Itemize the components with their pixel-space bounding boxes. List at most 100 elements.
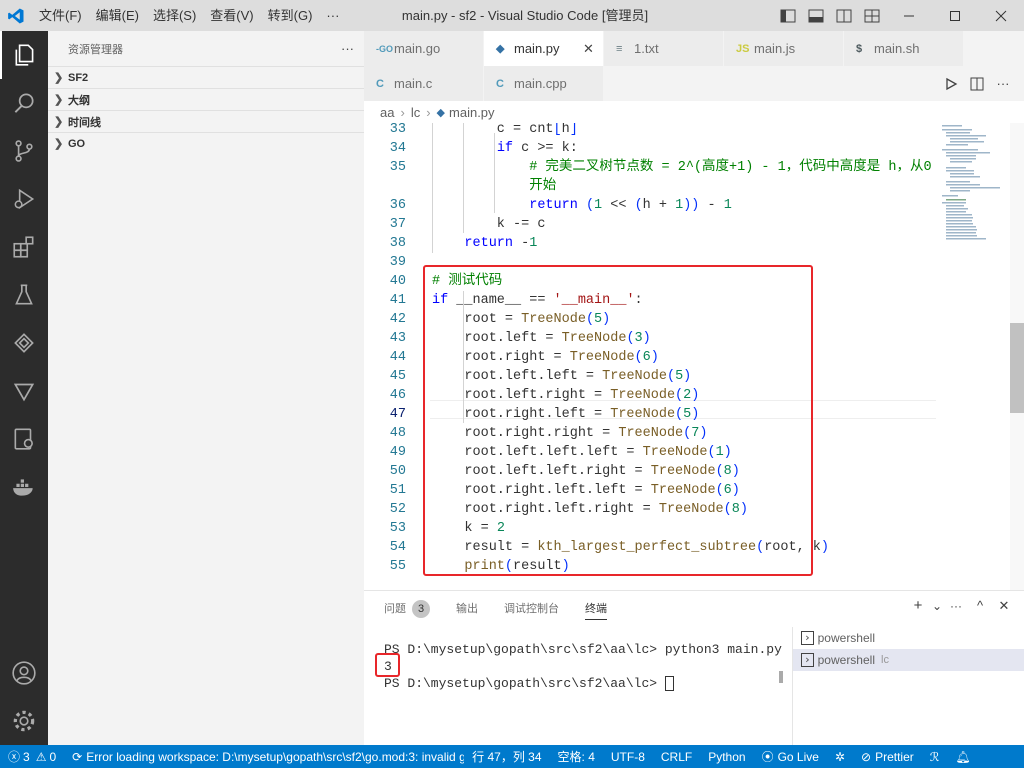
tab-output[interactable]: 输出 <box>456 591 478 627</box>
breadcrumb-folder-lc[interactable]: lc <box>411 105 420 120</box>
remote-icon[interactable]: ✲ <box>827 745 853 768</box>
search-icon[interactable] <box>0 79 48 127</box>
split-editor-icon[interactable] <box>964 77 990 91</box>
tab-main-cpp[interactable]: Cmain.cpp <box>484 66 604 101</box>
tab-main-c[interactable]: Cmain.c <box>364 66 484 101</box>
line-number: 46 <box>389 388 406 403</box>
minimap[interactable] <box>936 123 1010 590</box>
prettier-status[interactable]: ⊘ Prettier <box>853 745 922 768</box>
minimize-icon[interactable] <box>886 0 932 31</box>
menu-file[interactable]: 文件(F) <box>32 0 89 31</box>
section-go[interactable]: ❯ GO <box>48 132 364 154</box>
menu-go[interactable]: 转到(G) <box>261 0 320 31</box>
line-number: 55 <box>389 559 406 574</box>
settings-gear-icon[interactable] <box>0 697 48 745</box>
terminal-name: powershell <box>817 631 875 645</box>
section-label: SF2 <box>68 71 89 84</box>
new-terminal-plus-icon[interactable]: + <box>906 597 930 614</box>
indent-guide <box>432 123 433 253</box>
section-sf2[interactable]: ❯ SF2 <box>48 66 364 88</box>
gitlens-icon[interactable] <box>0 367 48 415</box>
code-text: if c >= k: <box>496 141 578 156</box>
tab-1-txt[interactable]: ≡ 1.txt <box>604 31 724 66</box>
close-window-icon[interactable] <box>978 0 1024 31</box>
toggle-secondary-sidebar-icon[interactable] <box>830 0 858 31</box>
run-debug-icon[interactable] <box>0 175 48 223</box>
chevron-right-icon: ❯ <box>54 94 64 106</box>
sidebar-title: 资源管理器 <box>68 43 123 56</box>
remote-containers-icon[interactable] <box>0 415 48 463</box>
line-number: 49 <box>389 445 406 460</box>
tab-terminal[interactable]: 终端 <box>585 598 607 620</box>
tab-label: main.go <box>394 41 441 56</box>
notifications-bell-icon[interactable]: 🔔︎ <box>947 745 978 768</box>
terminal-item-powershell-2[interactable]: › powershell lc <box>793 649 1024 671</box>
window-title: main.py - sf2 - Visual Studio Code [管理员] <box>401 8 649 23</box>
account-icon[interactable] <box>0 649 48 697</box>
tab-main-js[interactable]: JS main.js <box>724 31 844 66</box>
line-number: 37 <box>389 217 406 232</box>
menu-view[interactable]: 查看(V) <box>203 0 260 31</box>
explorer-icon[interactable] <box>0 31 48 79</box>
tab-main-go[interactable]: -GO main.go <box>364 31 484 66</box>
go-live-label: Go Live <box>777 749 819 764</box>
prettier-check-icon: ⊘ <box>861 749 872 764</box>
indentation[interactable]: 空格: 4 <box>550 745 603 768</box>
chevron-right-icon: ❯ <box>54 72 64 84</box>
menu-edit[interactable]: 编辑(E) <box>89 0 146 31</box>
cursor-position[interactable]: 行 47，列 34 <box>464 745 549 768</box>
terminal-icon: › <box>801 653 814 667</box>
close-tab-icon[interactable]: ✕ <box>583 41 603 57</box>
section-timeline[interactable]: ❯ 时间线 <box>48 110 364 132</box>
more-actions-icon[interactable]: ··· <box>944 599 968 613</box>
encoding[interactable]: UTF-8 <box>603 745 653 768</box>
tab-main-sh[interactable]: $ main.sh <box>844 31 964 66</box>
scrollbar-thumb[interactable] <box>1010 323 1024 413</box>
tab-debug-console[interactable]: 调试控制台 <box>504 591 559 627</box>
language-mode[interactable]: Python <box>700 745 753 768</box>
line-number: 34 <box>389 141 406 156</box>
testing-flask-icon[interactable] <box>0 271 48 319</box>
editor-scrollbar[interactable] <box>1010 123 1024 590</box>
source-control-icon[interactable] <box>0 127 48 175</box>
workspace-error-status[interactable]: ⟳ Error loading workspace: D:\mysetup\gop… <box>64 745 464 768</box>
terminal-scroll-indicator <box>779 671 783 683</box>
line-number: 40 <box>389 274 406 289</box>
sidebar-more-actions[interactable]: ··· <box>341 41 354 56</box>
more-actions-icon[interactable]: ··· <box>990 76 1016 91</box>
run-file-icon[interactable] <box>938 77 964 91</box>
problems-status[interactable]: ⓧ 3 ⚠ 0 <box>0 745 64 768</box>
docker-icon[interactable] <box>0 463 48 511</box>
go-live-button[interactable]: ⦿ Go Live <box>754 745 827 768</box>
maximize-panel-icon[interactable]: ^ <box>968 598 992 613</box>
toggle-panel-icon[interactable] <box>802 0 830 31</box>
code-line: 35 # 完美二叉树节点数 = 2^(高度+1) - 1，代码中高度是 h，从0 <box>364 158 1010 177</box>
line-number: 33 <box>389 123 406 137</box>
explorer-sidebar: 资源管理器 ··· ❯ SF2 ❯ 大纲 ❯ 时间线 ❯ GO <box>48 31 364 745</box>
close-panel-icon[interactable]: ✕ <box>992 598 1016 614</box>
menu-more[interactable]: ··· <box>319 0 346 31</box>
end-of-line[interactable]: CRLF <box>653 745 700 768</box>
tab-label: main.sh <box>874 41 920 56</box>
section-outline[interactable]: ❯ 大纲 <box>48 88 364 110</box>
terminal-output[interactable]: PS D:\mysetup\gopath\src\sf2\aa\lc> pyth… <box>384 641 784 692</box>
terminal-item-powershell-1[interactable]: › powershell <box>793 627 1024 649</box>
toggle-sidebar-icon[interactable] <box>774 0 802 31</box>
tab-label: 1.txt <box>634 41 659 56</box>
line-number: 51 <box>389 483 406 498</box>
tab-problems[interactable]: 问题 3 <box>384 591 430 627</box>
code-line: 38 return -1 <box>364 234 1010 253</box>
python-file-icon: ◆ <box>496 43 505 55</box>
feedback-icon[interactable]: ℛ <box>922 745 948 768</box>
customize-layout-icon[interactable] <box>858 0 886 31</box>
breadcrumb-folder-aa[interactable]: aa <box>380 105 394 120</box>
chevron-down-icon[interactable]: ⌄ <box>930 599 944 613</box>
extensions-icon[interactable] <box>0 223 48 271</box>
maximize-icon[interactable] <box>932 0 978 31</box>
menu-selection[interactable]: 选择(S) <box>146 0 203 31</box>
tab-main-py[interactable]: ◆ main.py ✕ <box>484 31 604 66</box>
breadcrumb-file[interactable]: main.py <box>449 105 495 120</box>
remote-explorer-icon[interactable] <box>0 319 48 367</box>
cpp-file-icon: C <box>496 77 504 90</box>
tab-label: main.c <box>394 76 433 91</box>
